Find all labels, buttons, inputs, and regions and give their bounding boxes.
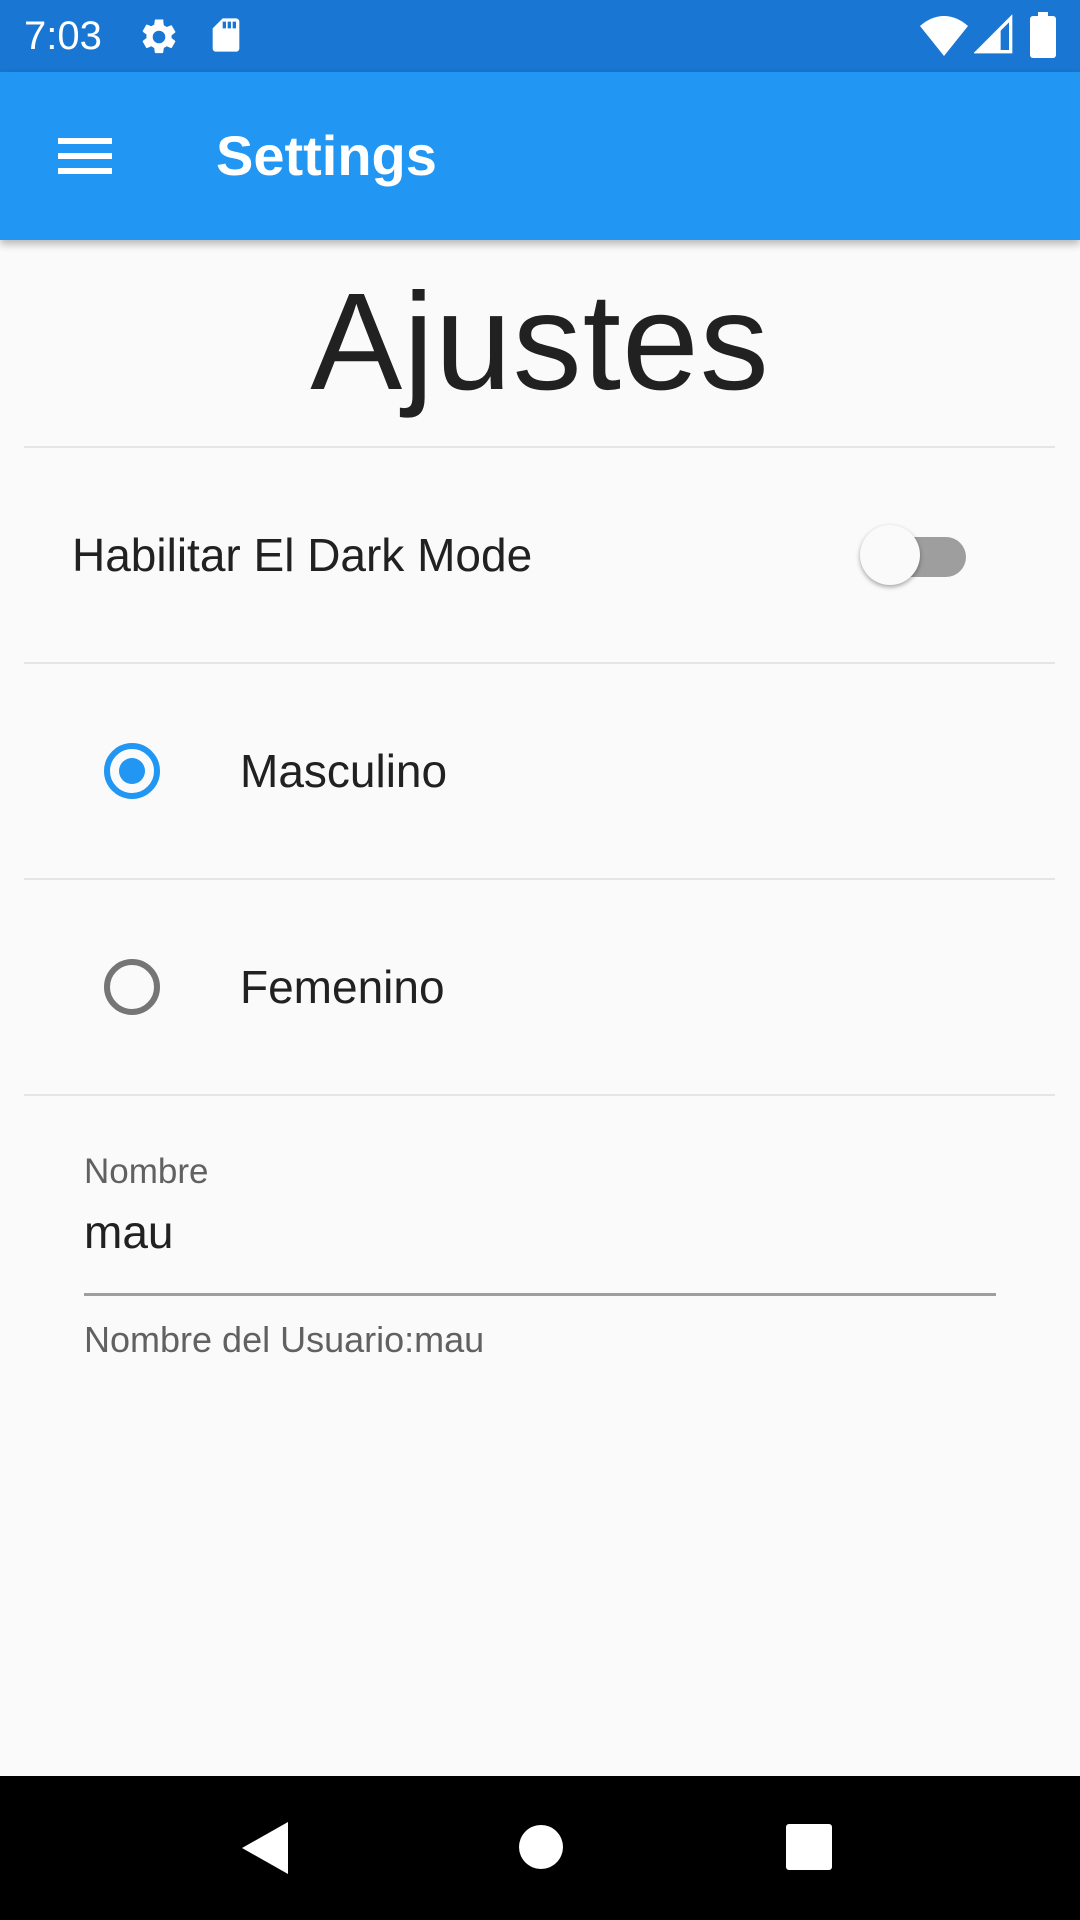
radio-label-masculino: Masculino [240,745,448,797]
app-bar-title: Settings [216,124,437,187]
name-helper-text: Nombre del Usuario:mau [84,1319,485,1360]
page-heading: Ajustes [310,265,770,419]
app-bar: Settings [0,72,1080,240]
divider [24,446,1055,448]
status-time: 7:03 [24,14,102,58]
signal-icon [973,14,1014,61]
dark-mode-switch[interactable] [858,523,972,587]
divider [24,878,1055,880]
recents-icon[interactable] [786,1824,832,1875]
radio-dot [119,758,145,784]
hamburger-menu-icon[interactable] [38,116,132,196]
settings-screen: 7:03 Settings Ajustes Habilitar El Dark … [0,0,1080,1920]
switch-thumb[interactable] [860,525,920,585]
battery-icon [1030,12,1056,63]
radio-label-femenino: Femenino [240,961,445,1013]
status-bar: 7:03 [0,0,1080,72]
radio-femenino[interactable] [104,959,160,1015]
name-field-underline [84,1293,996,1296]
wifi-icon [920,14,968,61]
sd-card-icon [206,14,246,61]
name-field-label: Nombre [84,1152,209,1191]
home-icon[interactable] [518,1824,564,1875]
dark-mode-label: Habilitar El Dark Mode [72,529,533,581]
back-icon[interactable] [240,1820,290,1881]
divider [24,662,1055,664]
name-input[interactable] [84,1200,996,1264]
gear-icon [138,16,180,63]
radio-masculino[interactable] [104,743,160,799]
navigation-bar [0,1776,1080,1920]
divider [24,1094,1055,1096]
